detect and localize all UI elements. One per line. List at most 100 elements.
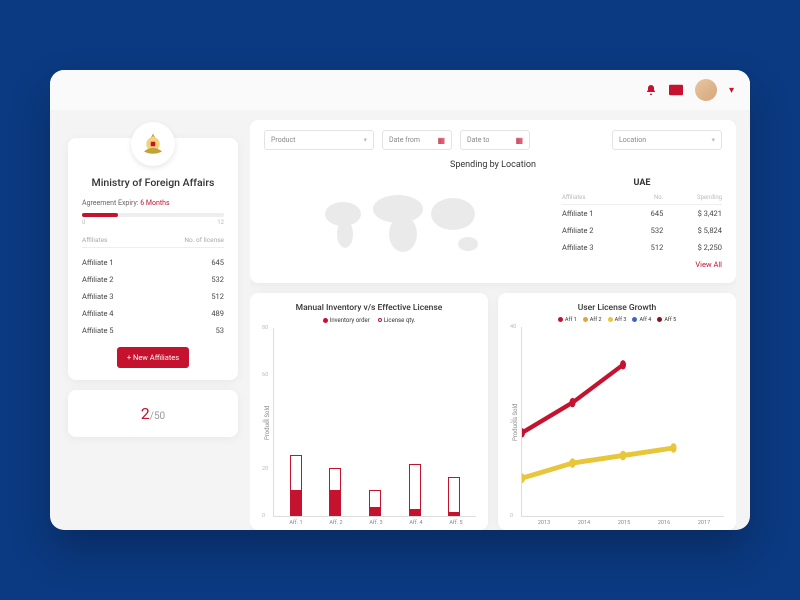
location-name: UAE [562,178,722,188]
legend-license: License qty. [384,317,416,324]
legend-item: Aff 4 [632,317,651,323]
col-aff: Affiliates [562,194,623,201]
legend-item: Aff 3 [608,317,627,323]
xtick: Aff. 3 [369,520,382,526]
ytick: 20 [510,419,516,425]
ytick: 20 [262,466,268,472]
affiliate-name: Affiliate 5 [82,326,114,335]
list-item[interactable]: Affiliate 1 645 [82,254,224,271]
affiliate-list: Affiliate 1 645 Affiliate 2532 Affiliate 3 5… [82,254,224,339]
date-from-select[interactable]: Date from▦ [382,130,452,150]
date-to-select[interactable]: Date to▦ [460,130,530,150]
legend-dot [608,317,613,322]
xtick: 2017 [698,520,710,526]
row-no: 512 [623,243,672,252]
list-item[interactable]: Affiliate 4 489 [82,305,224,322]
ytick: 80 [262,325,268,331]
table-row[interactable]: Affiliate 2532$ 5,824 [562,222,722,239]
growth-legend: Aff 1 Aff 2 Aff 3 Aff 4 Aff 5 [510,317,724,323]
list-item[interactable]: Affiliate 553 [82,322,224,339]
row-spend: $ 5,824 [671,226,722,235]
expiry-label: Agreement Expiry: 6 Months [82,199,224,207]
legend-item: Aff 1 [558,317,577,323]
legend-dot-license [378,318,382,322]
legend-dot-inventory [323,318,328,323]
inventory-legend: Inventory order License qty. [262,317,476,324]
bar [448,477,460,516]
ytick: 60 [262,372,268,378]
bar [409,464,421,517]
affiliate-name: Affiliate 3 [82,292,114,301]
spending-card: Product▾ Date from▦ Date to▦ Location▾ S… [250,120,736,283]
date-from-label: Date from [389,136,420,144]
counter-card: 2/50 [68,390,238,437]
xtick: 2014 [578,520,590,526]
table-row[interactable]: Affiliate 1645$ 3,421 [562,205,722,222]
affiliate-count: 532 [211,275,224,284]
location-rows: Affiliate 1645$ 3,421Affiliate 2532$ 5,8… [562,205,722,256]
location-panel: UAE Affiliates No. Spending Affiliate 16… [562,178,722,269]
legend-dot [583,317,588,322]
ytick: 0 [510,513,513,519]
row-no: 645 [623,209,672,218]
col-affiliates: Affiliates [82,236,107,244]
ministry-title: Ministry of Foreign Affairs [82,176,224,189]
inventory-xlabels: Aff. 1Aff. 2Aff. 3Aff. 4Aff. 5 [262,517,476,526]
view-all-link[interactable]: View All [562,260,722,269]
location-table-header: Affiliates No. Spending [562,194,722,205]
xtick: Aff. 5 [449,520,462,526]
mail-icon[interactable] [669,84,683,96]
charts-row: Manual Inventory v/s Effective License I… [250,293,736,530]
expiry-value: 6 Months [140,199,169,207]
ytick: 0 [262,513,265,519]
xtick: Aff. 2 [329,520,342,526]
bar [290,455,302,516]
list-item[interactable]: Affiliate 3 512 [82,288,224,305]
row-no: 532 [623,226,672,235]
affiliate-list-header: Affiliates No. of license [82,236,224,248]
affiliate-count: 645 [211,258,224,267]
legend-item: Aff 5 [657,317,676,323]
affiliate-count: 489 [211,309,224,318]
location-select[interactable]: Location▾ [612,130,722,150]
filters: Product▾ Date from▦ Date to▦ Location▾ [264,130,722,150]
affiliate-name: Affiliate 1 [82,258,114,267]
xtick: Aff. 4 [409,520,422,526]
main: Product▾ Date from▦ Date to▦ Location▾ S… [250,120,736,530]
product-select[interactable]: Product▾ [264,130,374,150]
inventory-chart-card: Manual Inventory v/s Effective License I… [250,293,488,530]
list-item[interactable]: Affiliate 2532 [82,271,224,288]
row-name: Affiliate 2 [562,226,623,235]
counter-current: 2 [141,404,150,423]
date-to-label: Date to [467,136,489,144]
inventory-chart-title: Manual Inventory v/s Effective License [262,303,476,313]
counter-total: 50 [154,411,165,422]
xtick: 2016 [658,520,670,526]
growth-plot: 02040 [521,327,724,517]
chevron-down-icon: ▾ [711,136,715,144]
sidebar: Ministry of Foreign Affairs Agreement Ex… [68,120,238,530]
bell-icon[interactable] [645,84,657,96]
row-spend: $ 3,421 [671,209,722,218]
chevron-down-icon[interactable]: ▾ [729,85,734,96]
spending-title: Spending by Location [264,160,722,170]
affiliate-name: Affiliate 4 [82,309,114,318]
affiliate-count: 512 [211,292,224,301]
world-map[interactable] [264,178,542,269]
ytick: 40 [510,324,516,330]
topbar: ▾ [50,70,750,110]
col-no: No. [623,194,672,201]
emblem-icon [131,122,175,166]
expiry-max: 12 [217,219,224,226]
avatar[interactable] [695,79,717,101]
app-window: ▾ Ministry of Foreign Affairs Agreement … [50,70,750,530]
row-name: Affiliate 3 [562,243,623,252]
content: Ministry of Foreign Affairs Agreement Ex… [50,110,750,530]
new-affiliates-button[interactable]: + New Affiliates [117,347,189,368]
legend-item: Aff 2 [583,317,602,323]
legend-inventory: Inventory order [330,317,370,324]
legend-dot [632,317,637,322]
legend-dot [558,317,563,322]
table-row[interactable]: Affiliate 3512$ 2,250 [562,239,722,256]
xtick: 2015 [618,520,630,526]
